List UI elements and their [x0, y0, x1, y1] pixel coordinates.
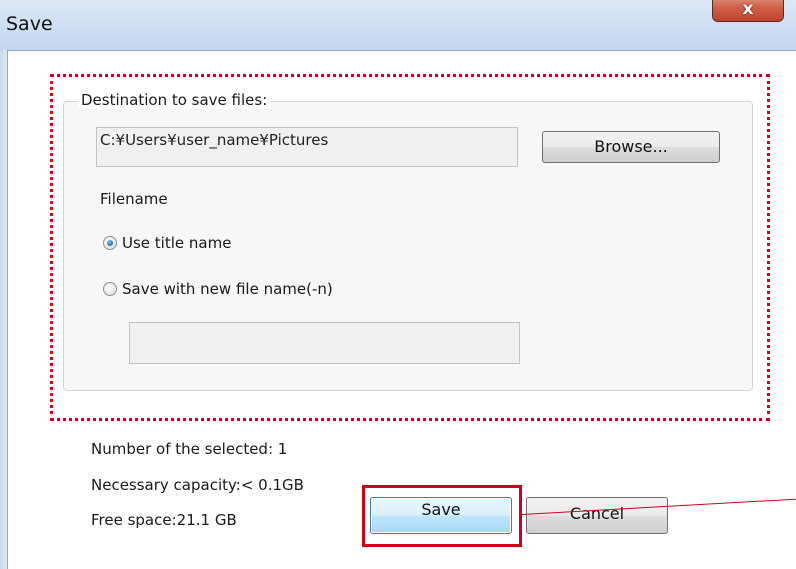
annotation-save-highlight — [362, 485, 522, 547]
close-button[interactable]: x — [712, 0, 784, 22]
selected-count: Number of the selected: 1 — [91, 440, 288, 458]
free-space: Free space:21.1 GB — [91, 511, 237, 529]
annotation-dotted-frame — [50, 74, 770, 421]
necessary-capacity: Necessary capacity:< 0.1GB — [91, 476, 304, 494]
window-title: Save — [6, 13, 53, 35]
title-bar[interactable]: Save x — [0, 0, 796, 50]
window-frame-left — [0, 50, 7, 569]
close-icon: x — [742, 0, 754, 19]
cancel-button[interactable]: Cancel — [526, 497, 668, 534]
save-dialog: Save x Destination to save files: C:¥Use… — [0, 0, 796, 569]
